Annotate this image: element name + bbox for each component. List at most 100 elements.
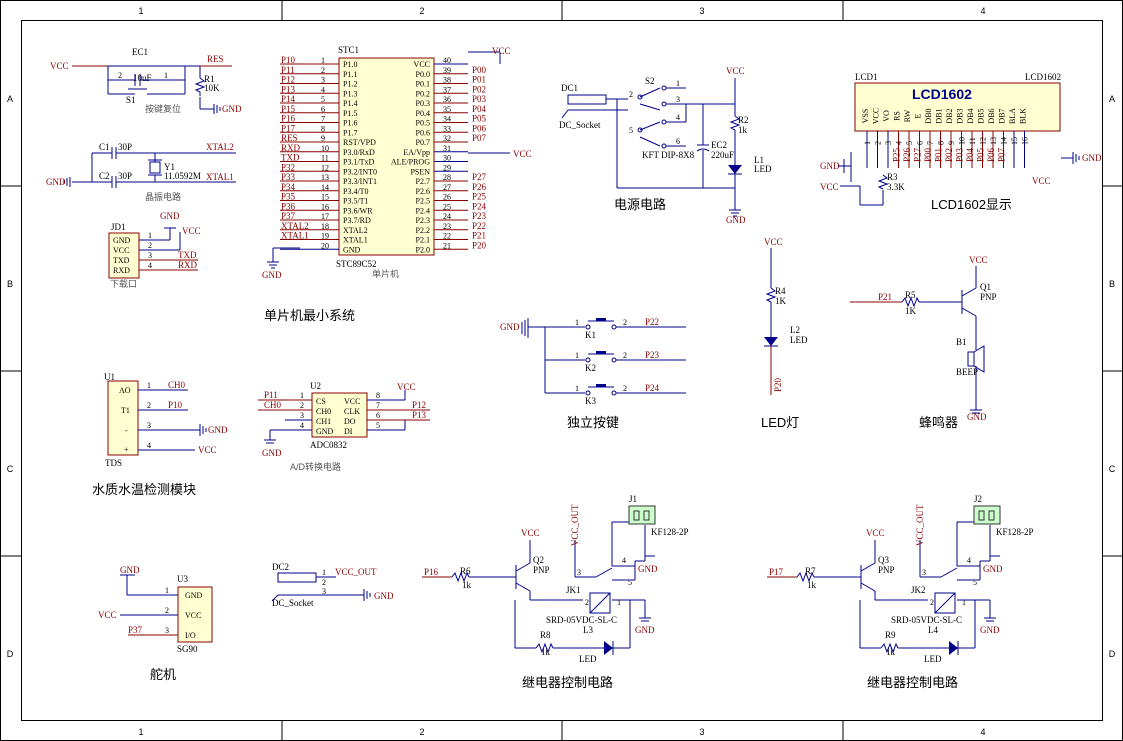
relay-jk-value: SRD-05VDC-SL-C (546, 615, 617, 625)
tds-module: U1 AO T1 - + 1 2 3 4 CH0 P10 GND VCC TDS… (92, 372, 228, 497)
relay-jk-ref: JK2 (911, 585, 926, 595)
mcu-pin-name: P2.6 (416, 187, 430, 196)
mcu-pin-number: 2 (321, 66, 325, 75)
svg-text:VCC: VCC (344, 397, 360, 406)
lcd-pin-number: 2 (874, 141, 883, 145)
mcu-pin-number: 16 (321, 202, 329, 211)
mcu-pin-number: 7 (321, 115, 325, 124)
c2-ref: C2 (99, 171, 110, 181)
lcd-net-label: P06 (986, 147, 996, 162)
buzzer-section-title: 蜂鸣器 (919, 415, 958, 430)
net-p11-adc: P11 (264, 390, 278, 400)
zone-col-2-bottom: 2 (419, 727, 424, 737)
net-p21: P21 (878, 292, 892, 302)
buzzer-circuit: VCC P21 R5 1K Q1 PNP B1 BEEP GND 蜂鸣器 (850, 255, 997, 430)
mcu-net-label: P17 (281, 123, 296, 133)
mcu-pin-name: XTAL2 (343, 226, 368, 235)
mcu-pin-number: 34 (443, 115, 451, 124)
net-vcc-lcd-bl: VCC (1032, 176, 1051, 186)
mcu-net-label: P24 (472, 201, 487, 211)
lcd-title: LCD1602 (912, 86, 972, 102)
lcd-pin-number: 1 (863, 141, 872, 145)
net-gnd-buzzer: GND (967, 412, 987, 422)
relay-circuit-1: VCC P16 R6 1k Q2PNP R8 1k L3 LED GND JK1 SRD-05VDC-… (422, 494, 689, 690)
svg-text:3: 3 (165, 626, 169, 635)
mcu-pin-name: P1.7 (343, 128, 357, 137)
lcd-pin-number: 13 (989, 137, 998, 145)
svg-text:2: 2 (147, 401, 151, 410)
relay-section-title: 继电器控制电路 (522, 675, 613, 690)
relay-r-led-value: 1k (886, 647, 896, 657)
lcd-pin-name: DB5 (977, 108, 986, 123)
mcu-pin-number: 25 (443, 202, 451, 211)
net-gnd-tds: GND (208, 425, 228, 435)
mcu-net-label: P14 (281, 94, 296, 104)
lcd-pin-name: VO (882, 110, 891, 122)
zone-col-3-bottom: 3 (699, 727, 704, 737)
svg-text:GND: GND (316, 427, 334, 436)
zone-col-1: 1 (138, 6, 143, 16)
lcd-pin-name: VCC (872, 108, 881, 124)
svg-text:I/O: I/O (185, 631, 196, 640)
mcu-pin-number: 17 (321, 212, 329, 221)
r3-ref: R3 (887, 172, 898, 182)
mcu-net-label: P11 (281, 65, 295, 75)
q1-value: PNP (980, 292, 997, 302)
power-section-title: 电源电路 (614, 197, 666, 212)
relay-pin: 2 (585, 598, 589, 607)
lcd-ref-right: LCD1602 (1025, 72, 1061, 82)
lcd-net-label: P03 (955, 147, 965, 162)
u2-ref: U2 (310, 381, 321, 391)
lcd-pin-name: DB0 (924, 108, 933, 123)
mcu-pin-number: 29 (443, 163, 451, 172)
zone-row-d: D (7, 649, 14, 659)
relay-led-ref: L3 (583, 625, 593, 635)
mcu-pin-name: ALE/PROG (391, 158, 430, 167)
zone-row-a: A (7, 94, 13, 104)
mcu-net-label: P22 (472, 221, 486, 231)
svg-text:1: 1 (676, 79, 680, 88)
mcu-net-label: P04 (472, 104, 487, 114)
mcu-pin-number: 18 (321, 222, 329, 231)
mcu-pin-number: 39 (443, 66, 451, 75)
mcu-net-label: P12 (281, 75, 295, 85)
mcu-pin-name: P1.6 (343, 119, 357, 128)
relay-q-value: PNP (533, 565, 550, 575)
power-circuit: DC1 DC_Socket S2 2 5 1 3 4 6 KFT DIP-8X8… (559, 66, 772, 225)
net-vcc-servo: VCC (98, 610, 117, 620)
mcu-pin-name: XTAL1 (343, 236, 368, 245)
mcu-pin-name: VCC (414, 60, 430, 69)
net-gnd-adc: GND (262, 448, 282, 458)
svg-text:2: 2 (322, 578, 326, 587)
b1-ref: B1 (956, 337, 967, 347)
svg-text:4: 4 (300, 421, 304, 430)
svg-text:3: 3 (322, 587, 326, 596)
net-vcc-out-dc2: VCC_OUT (335, 567, 377, 577)
relay-pin: 4 (622, 556, 626, 565)
mcu-net-label: P32 (281, 162, 295, 172)
mcu-net-label: P10 (281, 55, 296, 65)
mcu-pin-name: P3.7/RD (343, 216, 371, 225)
svg-text:4: 4 (676, 113, 680, 122)
mcu-pin-name: P1.3 (343, 89, 357, 98)
lcd-pin-number: 4 (895, 141, 904, 145)
mcu-pin-name: RST/VPD (343, 138, 376, 147)
net-gnd-mcu: GND (262, 270, 282, 280)
ec1-value: 10uF (133, 73, 152, 83)
mcu-net-label: P23 (472, 211, 487, 221)
svg-text:5: 5 (376, 421, 380, 430)
mcu-net-label: P15 (281, 104, 296, 114)
mcu-net-label: RES (281, 133, 298, 143)
reset-note: 按键复位 (145, 103, 181, 114)
svg-text:4: 4 (148, 261, 152, 270)
mcu-net-label: P26 (472, 182, 487, 192)
svg-text:GND: GND (185, 591, 203, 600)
mcu-pin-number: 6 (321, 105, 325, 114)
svg-text:GND: GND (113, 236, 131, 245)
relay-r-led-ref: R8 (540, 630, 551, 640)
mcu-pin-name: P1.0 (343, 60, 357, 69)
lcd-net-label: P05 (976, 147, 986, 162)
stc1-ref: STC1 (338, 45, 359, 55)
mcu-pin-number: 1 (321, 56, 325, 65)
mcu-pin-number: 21 (443, 241, 451, 250)
